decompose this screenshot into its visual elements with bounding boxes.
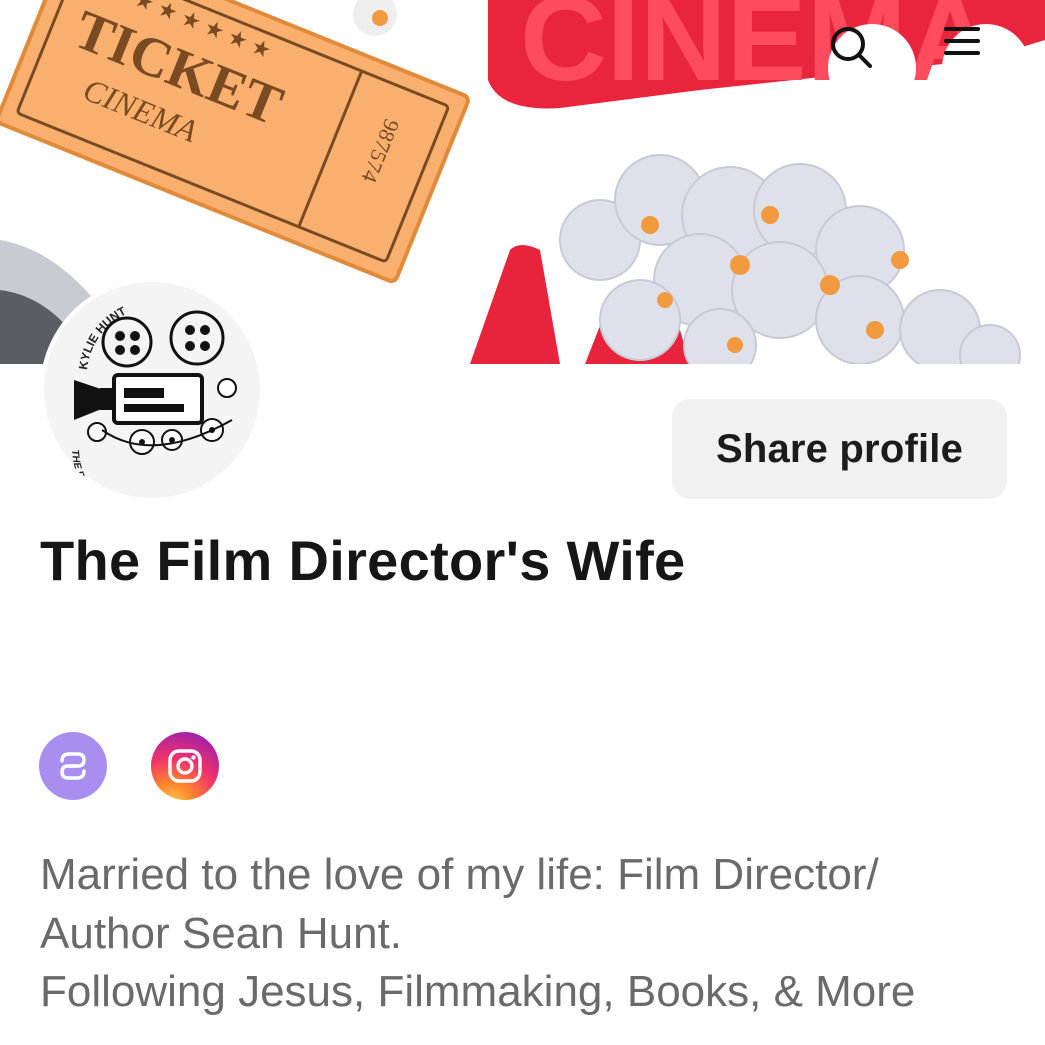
film-director-wife-logo: KYLIE HUNT THE FILM DIRECTOR'S WIFE xyxy=(44,282,260,500)
instagram-link[interactable] xyxy=(151,732,219,800)
bio-line: Following Jesus, Filmmaking, Books, & Mo… xyxy=(40,967,916,1016)
linktree-icon xyxy=(60,752,86,780)
menu-button[interactable] xyxy=(942,24,1030,112)
hamburger-menu-icon xyxy=(944,27,980,55)
instagram-icon xyxy=(168,749,202,783)
profile-name: The Film Director's Wife xyxy=(40,529,686,592)
linktree-link[interactable] xyxy=(39,732,107,800)
search-button[interactable] xyxy=(828,24,916,112)
avatar: KYLIE HUNT THE FILM DIRECTOR'S WIFE xyxy=(42,280,262,500)
search-icon xyxy=(831,27,872,68)
share-profile-button[interactable]: Share profile xyxy=(672,399,1007,499)
bio-line: Author Sean Hunt. xyxy=(40,908,403,958)
cinema-sign-text: CINEMA xyxy=(520,0,993,106)
profile-bio: Married to the love of my life: Film Dir… xyxy=(40,846,1020,1022)
bio-line: Married to the love of my life: Film Dir… xyxy=(40,850,879,899)
